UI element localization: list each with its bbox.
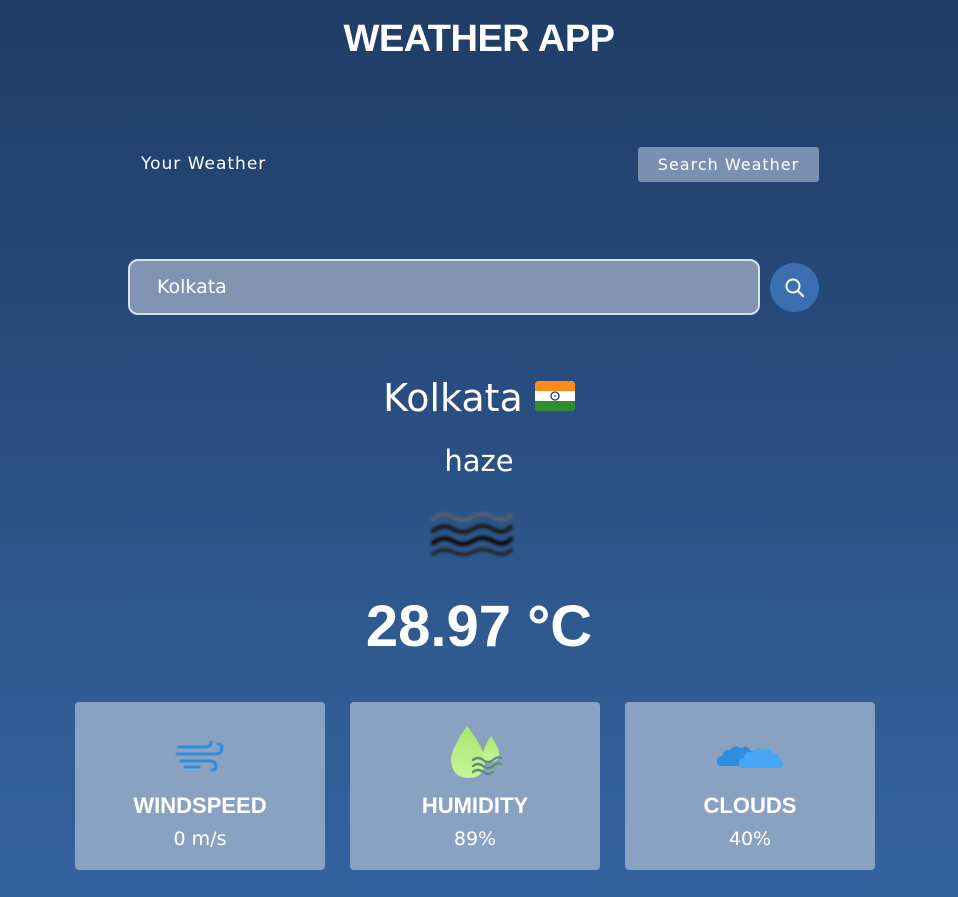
clouds-value: 40% xyxy=(728,828,772,850)
search-input[interactable] xyxy=(130,261,758,313)
clouds-card: CLOUDS 40% xyxy=(625,702,875,870)
temperature: 28.97 °C xyxy=(365,594,593,659)
humidity-value: 89% xyxy=(453,828,497,850)
city-heading: Kolkata xyxy=(0,372,958,424)
flag-india-icon xyxy=(534,372,575,424)
humidity-card: HUMIDITY 89% xyxy=(350,702,600,870)
search-button[interactable] xyxy=(770,263,819,312)
windspeed-card: WINDSPEED 0 m/s xyxy=(75,702,325,870)
tab-your-weather[interactable]: Your Weather xyxy=(141,153,266,175)
city-name: Kolkata xyxy=(383,376,523,420)
humidity-icon xyxy=(451,726,503,778)
clouds-label: CLOUDS xyxy=(703,793,797,818)
wind-icon xyxy=(175,740,224,772)
haze-icon xyxy=(429,507,515,563)
search-box xyxy=(128,259,760,315)
search-icon xyxy=(785,278,804,297)
clouds-icon xyxy=(717,746,783,768)
app-title: WEATHER APP xyxy=(343,18,615,60)
humidity-label: HUMIDITY xyxy=(421,793,529,818)
tab-search-weather[interactable]: Search Weather xyxy=(638,147,819,182)
weather-description: haze xyxy=(444,444,514,478)
windspeed-label: WINDSPEED xyxy=(133,793,267,818)
windspeed-value: 0 m/s xyxy=(173,828,227,850)
